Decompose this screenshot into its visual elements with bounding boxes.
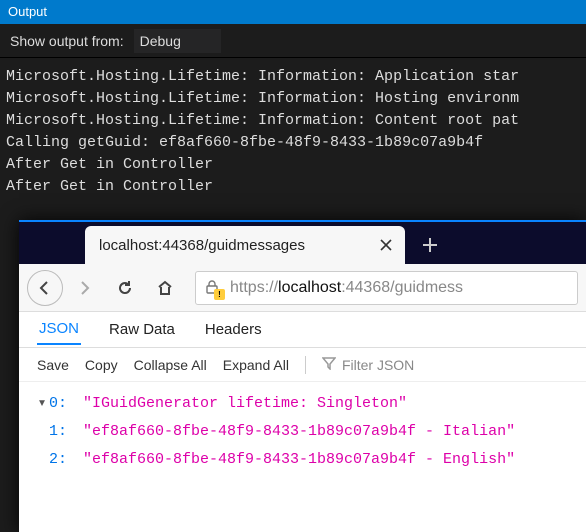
home-button[interactable] — [147, 270, 183, 306]
url-bar[interactable]: ! https://localhost:44368/guidmess — [195, 271, 578, 305]
json-row: ▾ 0: "IGuidGenerator lifetime: Singleton… — [35, 390, 570, 418]
json-row: 1: "ef8af660-8fbe-48f9-8433-1b89c07a9b4f… — [35, 418, 570, 446]
json-value: "IGuidGenerator lifetime: Singleton" — [83, 390, 407, 418]
console-line: After Get in Controller — [6, 178, 213, 195]
tab-headers[interactable]: Headers — [203, 315, 264, 344]
back-button[interactable] — [27, 270, 63, 306]
url-text: https://localhost:44368/guidmess — [230, 279, 463, 297]
json-value: "ef8af660-8fbe-48f9-8433-1b89c07a9b4f - … — [83, 418, 515, 446]
viewer-subtabs: JSON Raw Data Headers — [19, 312, 586, 348]
json-key: 2: — [49, 446, 83, 474]
filter-placeholder: Filter JSON — [342, 357, 414, 373]
tab-raw-data[interactable]: Raw Data — [107, 315, 177, 344]
json-row: 2: "ef8af660-8fbe-48f9-8433-1b89c07a9b4f… — [35, 446, 570, 474]
console-line: Microsoft.Hosting.Lifetime: Information:… — [6, 90, 519, 107]
divider — [305, 356, 306, 374]
json-viewer: ▾ 0: "IGuidGenerator lifetime: Singleton… — [19, 382, 586, 482]
json-value: "ef8af660-8fbe-48f9-8433-1b89c07a9b4f - … — [83, 446, 515, 474]
browser-window: localhost:44368/guidmessages ! — [19, 220, 586, 532]
toggle-icon[interactable]: ▾ — [35, 390, 49, 418]
expand-all-button[interactable]: Expand All — [223, 357, 289, 373]
filter-json-input[interactable]: Filter JSON — [322, 356, 414, 373]
browser-tabstrip: localhost:44368/guidmessages — [19, 220, 586, 264]
output-source-selected: Debug — [140, 33, 181, 49]
url-host: localhost — [278, 279, 341, 296]
url-scheme: https:// — [230, 279, 278, 296]
tabstrip-spacer — [19, 226, 85, 264]
url-rest: :44368/guidmess — [341, 279, 463, 296]
toggle-spacer — [35, 418, 49, 446]
close-icon[interactable] — [377, 236, 395, 254]
reload-button[interactable] — [107, 270, 143, 306]
output-source-label: Show output from: — [10, 33, 124, 49]
browser-navbar: ! https://localhost:44368/guidmess — [19, 264, 586, 312]
console-line: After Get in Controller — [6, 156, 213, 173]
output-console[interactable]: Microsoft.Hosting.Lifetime: Information:… — [0, 58, 586, 206]
copy-button[interactable]: Copy — [85, 357, 118, 373]
new-tab-button[interactable] — [415, 230, 445, 260]
lock-icon: ! — [204, 279, 222, 297]
forward-button[interactable] — [67, 270, 103, 306]
warning-badge-icon: ! — [214, 289, 225, 300]
collapse-all-button[interactable]: Collapse All — [134, 357, 207, 373]
json-key: 1: — [49, 418, 83, 446]
json-key: 0: — [49, 390, 83, 418]
output-source-toolbar: Show output from: Debug — [0, 24, 586, 58]
viewer-actions: Save Copy Collapse All Expand All Filter… — [19, 348, 586, 382]
console-line: Microsoft.Hosting.Lifetime: Information:… — [6, 68, 519, 85]
console-line: Microsoft.Hosting.Lifetime: Information:… — [6, 112, 519, 129]
tab-json[interactable]: JSON — [37, 314, 81, 345]
browser-tab-label: localhost:44368/guidmessages — [99, 237, 369, 254]
browser-tab-active[interactable]: localhost:44368/guidmessages — [85, 226, 405, 264]
output-source-select[interactable]: Debug — [134, 29, 221, 53]
output-panel-title: Output — [8, 4, 47, 19]
toggle-spacer — [35, 446, 49, 474]
output-panel-titlebar: Output — [0, 0, 586, 24]
console-line: Calling getGuid: ef8af660-8fbe-48f9-8433… — [6, 134, 483, 151]
filter-icon — [322, 356, 336, 373]
save-button[interactable]: Save — [37, 357, 69, 373]
